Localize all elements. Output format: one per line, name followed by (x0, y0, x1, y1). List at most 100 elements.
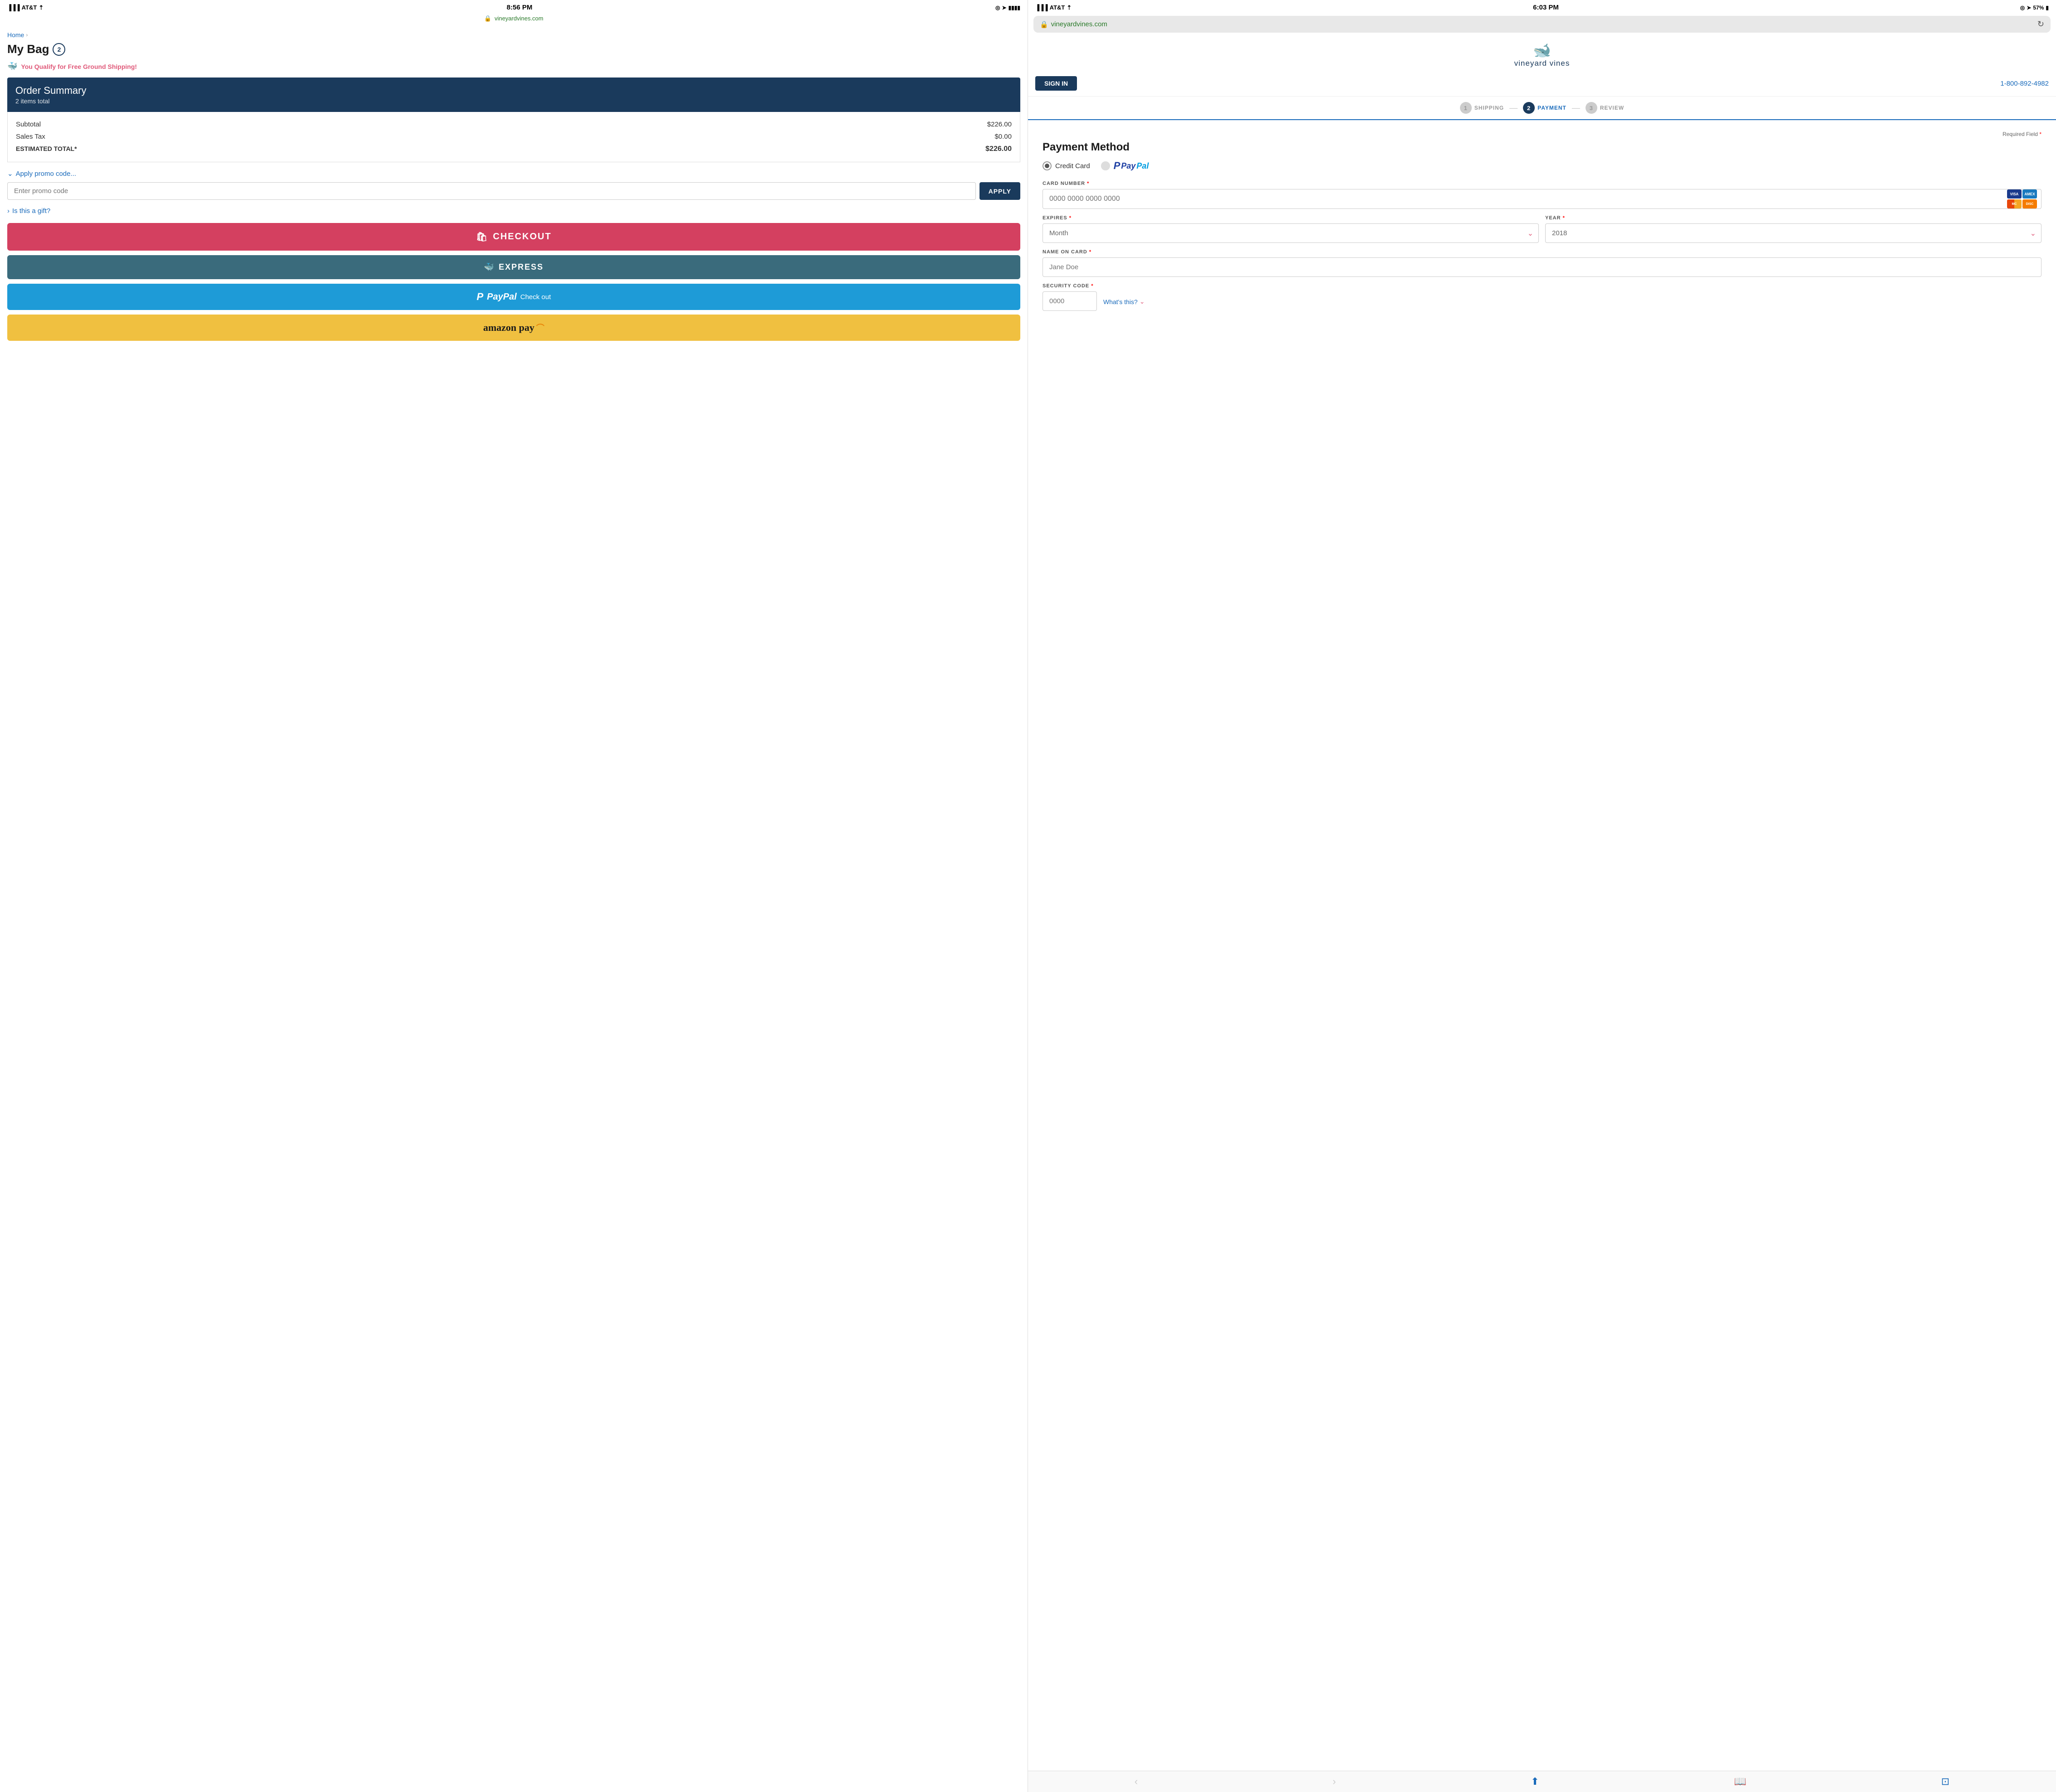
carrier-wifi-right: ▐▐▐ AT&T ⇡ (1035, 4, 1072, 11)
sign-in-button[interactable]: SIGN IN (1035, 76, 1077, 91)
bookmarks-nav-icon[interactable]: 📖 (1734, 1776, 1746, 1787)
step-shipping-number: 1 (1464, 105, 1468, 111)
tax-label: Sales Tax (16, 133, 45, 140)
expires-label: EXPIRES * (1043, 215, 1539, 221)
whale-logo-icon: 🐋 (1533, 42, 1551, 59)
breadcrumb[interactable]: Home › (7, 31, 1020, 39)
checkout-bag-icon: 🛍 (476, 231, 488, 242)
step-shipping[interactable]: 1 SHIPPING (1460, 102, 1504, 114)
amazon-label: amazon pay (483, 322, 534, 334)
forward-nav-icon[interactable]: › (1333, 1776, 1336, 1787)
promo-section: ⌄ Apply promo code... APPLY (7, 170, 1020, 200)
year-field: YEAR * 2018 2019 2020 2021 2022 2023 ⌄ (1545, 215, 2041, 243)
card-type-icons: VISA AMEX MC DISC (2007, 189, 2037, 208)
paypal-logo-p: P (1114, 160, 1120, 172)
step-payment-number: 2 (1527, 105, 1531, 111)
status-bar-left: ▐▐▐ AT&T ⇡ 8:56 PM ◎ ➤ ▮▮▮▮ (0, 0, 1028, 13)
time-left: 8:56 PM (507, 4, 533, 11)
url-bar-right[interactable]: 🔒 vineyardvines.com ↻ (1033, 16, 2051, 33)
bag-title-text: My Bag (7, 42, 49, 56)
order-details: Subtotal $226.00 Sales Tax $0.00 ESTIMAT… (7, 112, 1020, 162)
name-on-card-label: NAME ON CARD * (1043, 249, 2041, 255)
name-on-card-input[interactable] (1043, 257, 2041, 277)
back-nav-icon[interactable]: ‹ (1135, 1776, 1138, 1787)
amex-icon: AMEX (2022, 189, 2037, 199)
tabs-nav-icon[interactable]: ⊡ (1941, 1776, 1949, 1787)
year-select-wrapper: 2018 2019 2020 2021 2022 2023 ⌄ (1545, 223, 2041, 243)
shipping-notice: 🐳 You Qualify for Free Ground Shipping! (7, 62, 1020, 71)
wifi-icon: ⇡ (39, 4, 44, 11)
promo-toggle[interactable]: ⌄ Apply promo code... (7, 170, 1020, 178)
step-payment[interactable]: 2 PAYMENT (1523, 102, 1566, 114)
required-field-notice: Required Field * (1035, 131, 2049, 141)
promo-toggle-label: Apply promo code... (16, 170, 76, 178)
time-right: 6:03 PM (1533, 4, 1559, 11)
paypal-checkout-button[interactable]: P PayPal Check out (7, 284, 1020, 310)
paypal-logo: P PayPal (1114, 160, 1149, 172)
checkout-steps: 1 SHIPPING — 2 PAYMENT — 3 REVIEW (1028, 97, 2056, 120)
step-review[interactable]: 3 REVIEW (1586, 102, 1624, 114)
step-review-circle: 3 (1586, 102, 1597, 114)
security-row: What's this? ⌄ (1043, 291, 2041, 311)
apply-promo-button[interactable]: APPLY (980, 182, 1020, 200)
tax-row: Sales Tax $0.00 (16, 131, 1012, 143)
visa-icon: VISA (2007, 189, 2022, 199)
url-bar-left[interactable]: 🔒 vineyardvines.com (0, 13, 1028, 26)
step-shipping-circle: 1 (1460, 102, 1472, 114)
page-title: My Bag 2 (7, 42, 1020, 56)
mastercard-icon: MC (2007, 199, 2022, 208)
refresh-icon[interactable]: ↻ (2037, 19, 2044, 29)
security-field (1043, 291, 1097, 311)
expires-field: EXPIRES * Month 1 2 3 4 5 6 7 (1043, 215, 1539, 243)
expires-year-row: EXPIRES * Month 1 2 3 4 5 6 7 (1043, 215, 2041, 243)
express-label: EXPRESS (499, 262, 543, 272)
amazon-pay-button[interactable]: amazon pay ⌒ (7, 315, 1020, 341)
paypal-radio[interactable] (1101, 161, 1110, 170)
required-field-text: Required Field (2003, 131, 2038, 137)
year-chevron-icon: ⌄ (2030, 229, 2036, 238)
paypal-logo-text2: Pal (1136, 161, 1149, 171)
bag-count-badge: 2 (53, 43, 65, 56)
express-button[interactable]: 🐳 EXPRESS (7, 255, 1020, 279)
step-review-number: 3 (1590, 105, 1593, 111)
battery-icon-right: ▮ (2046, 5, 2049, 11)
carrier-right: AT&T (1050, 4, 1065, 11)
checkout-label: CHECKOUT (493, 232, 552, 242)
month-select[interactable]: Month 1 2 3 4 5 6 7 8 9 10 11 12 (1043, 223, 1539, 243)
subtotal-label: Subtotal (16, 121, 41, 128)
paypal-logo-text1: Pay (1121, 161, 1135, 171)
express-whale-icon: 🐳 (484, 262, 495, 272)
credit-card-radio-inner (1045, 164, 1049, 168)
whats-this-text: What's this? (1103, 298, 1138, 305)
credit-card-label: Credit Card (1055, 162, 1090, 170)
url-content-right: 🔒 vineyardvines.com (1040, 20, 1107, 29)
security-code-label: SECURITY CODE * (1043, 283, 2041, 289)
location-icon-right: ◎ (2020, 5, 2025, 11)
whats-this-link[interactable]: What's this? ⌄ (1103, 298, 1145, 311)
total-row: ESTIMATED TOTAL* $226.00 (16, 143, 1012, 155)
signal-icon: ▐▐▐ (7, 4, 20, 11)
paypal-p-icon: P (477, 291, 484, 303)
battery-area-left: ◎ ➤ ▮▮▮▮ (995, 5, 1020, 11)
checkout-button[interactable]: 🛍 CHECKOUT (7, 223, 1020, 251)
card-number-asterisk: * (1087, 181, 1089, 186)
gift-toggle[interactable]: › Is this a gift? (7, 207, 1020, 215)
status-bar-right: ▐▐▐ AT&T ⇡ 6:03 PM ◎ ➤ 57% ▮ (1028, 0, 2056, 13)
battery-pct-right: 57% (2033, 5, 2044, 11)
share-nav-icon[interactable]: ⬆ (1531, 1776, 1539, 1787)
credit-card-option[interactable]: Credit Card (1043, 161, 1090, 170)
breadcrumb-home[interactable]: Home (7, 31, 24, 39)
required-asterisk: * (2039, 131, 2041, 137)
year-select[interactable]: 2018 2019 2020 2021 2022 2023 (1545, 223, 2041, 243)
paypal-option[interactable]: P PayPal (1101, 160, 1149, 172)
tax-value: $0.00 (994, 133, 1012, 140)
carrier-wifi-left: ▐▐▐ AT&T ⇡ (7, 4, 44, 11)
right-page-content: Required Field * Payment Method Credit C… (1028, 126, 2056, 1771)
credit-card-radio[interactable] (1043, 161, 1052, 170)
subtotal-value: $226.00 (987, 121, 1012, 128)
card-number-input[interactable] (1043, 189, 2041, 209)
month-select-wrapper: Month 1 2 3 4 5 6 7 8 9 10 11 12 (1043, 223, 1539, 243)
security-code-input[interactable] (1043, 291, 1097, 311)
gift-toggle-label: Is this a gift? (12, 207, 50, 215)
promo-code-input[interactable] (7, 182, 976, 200)
